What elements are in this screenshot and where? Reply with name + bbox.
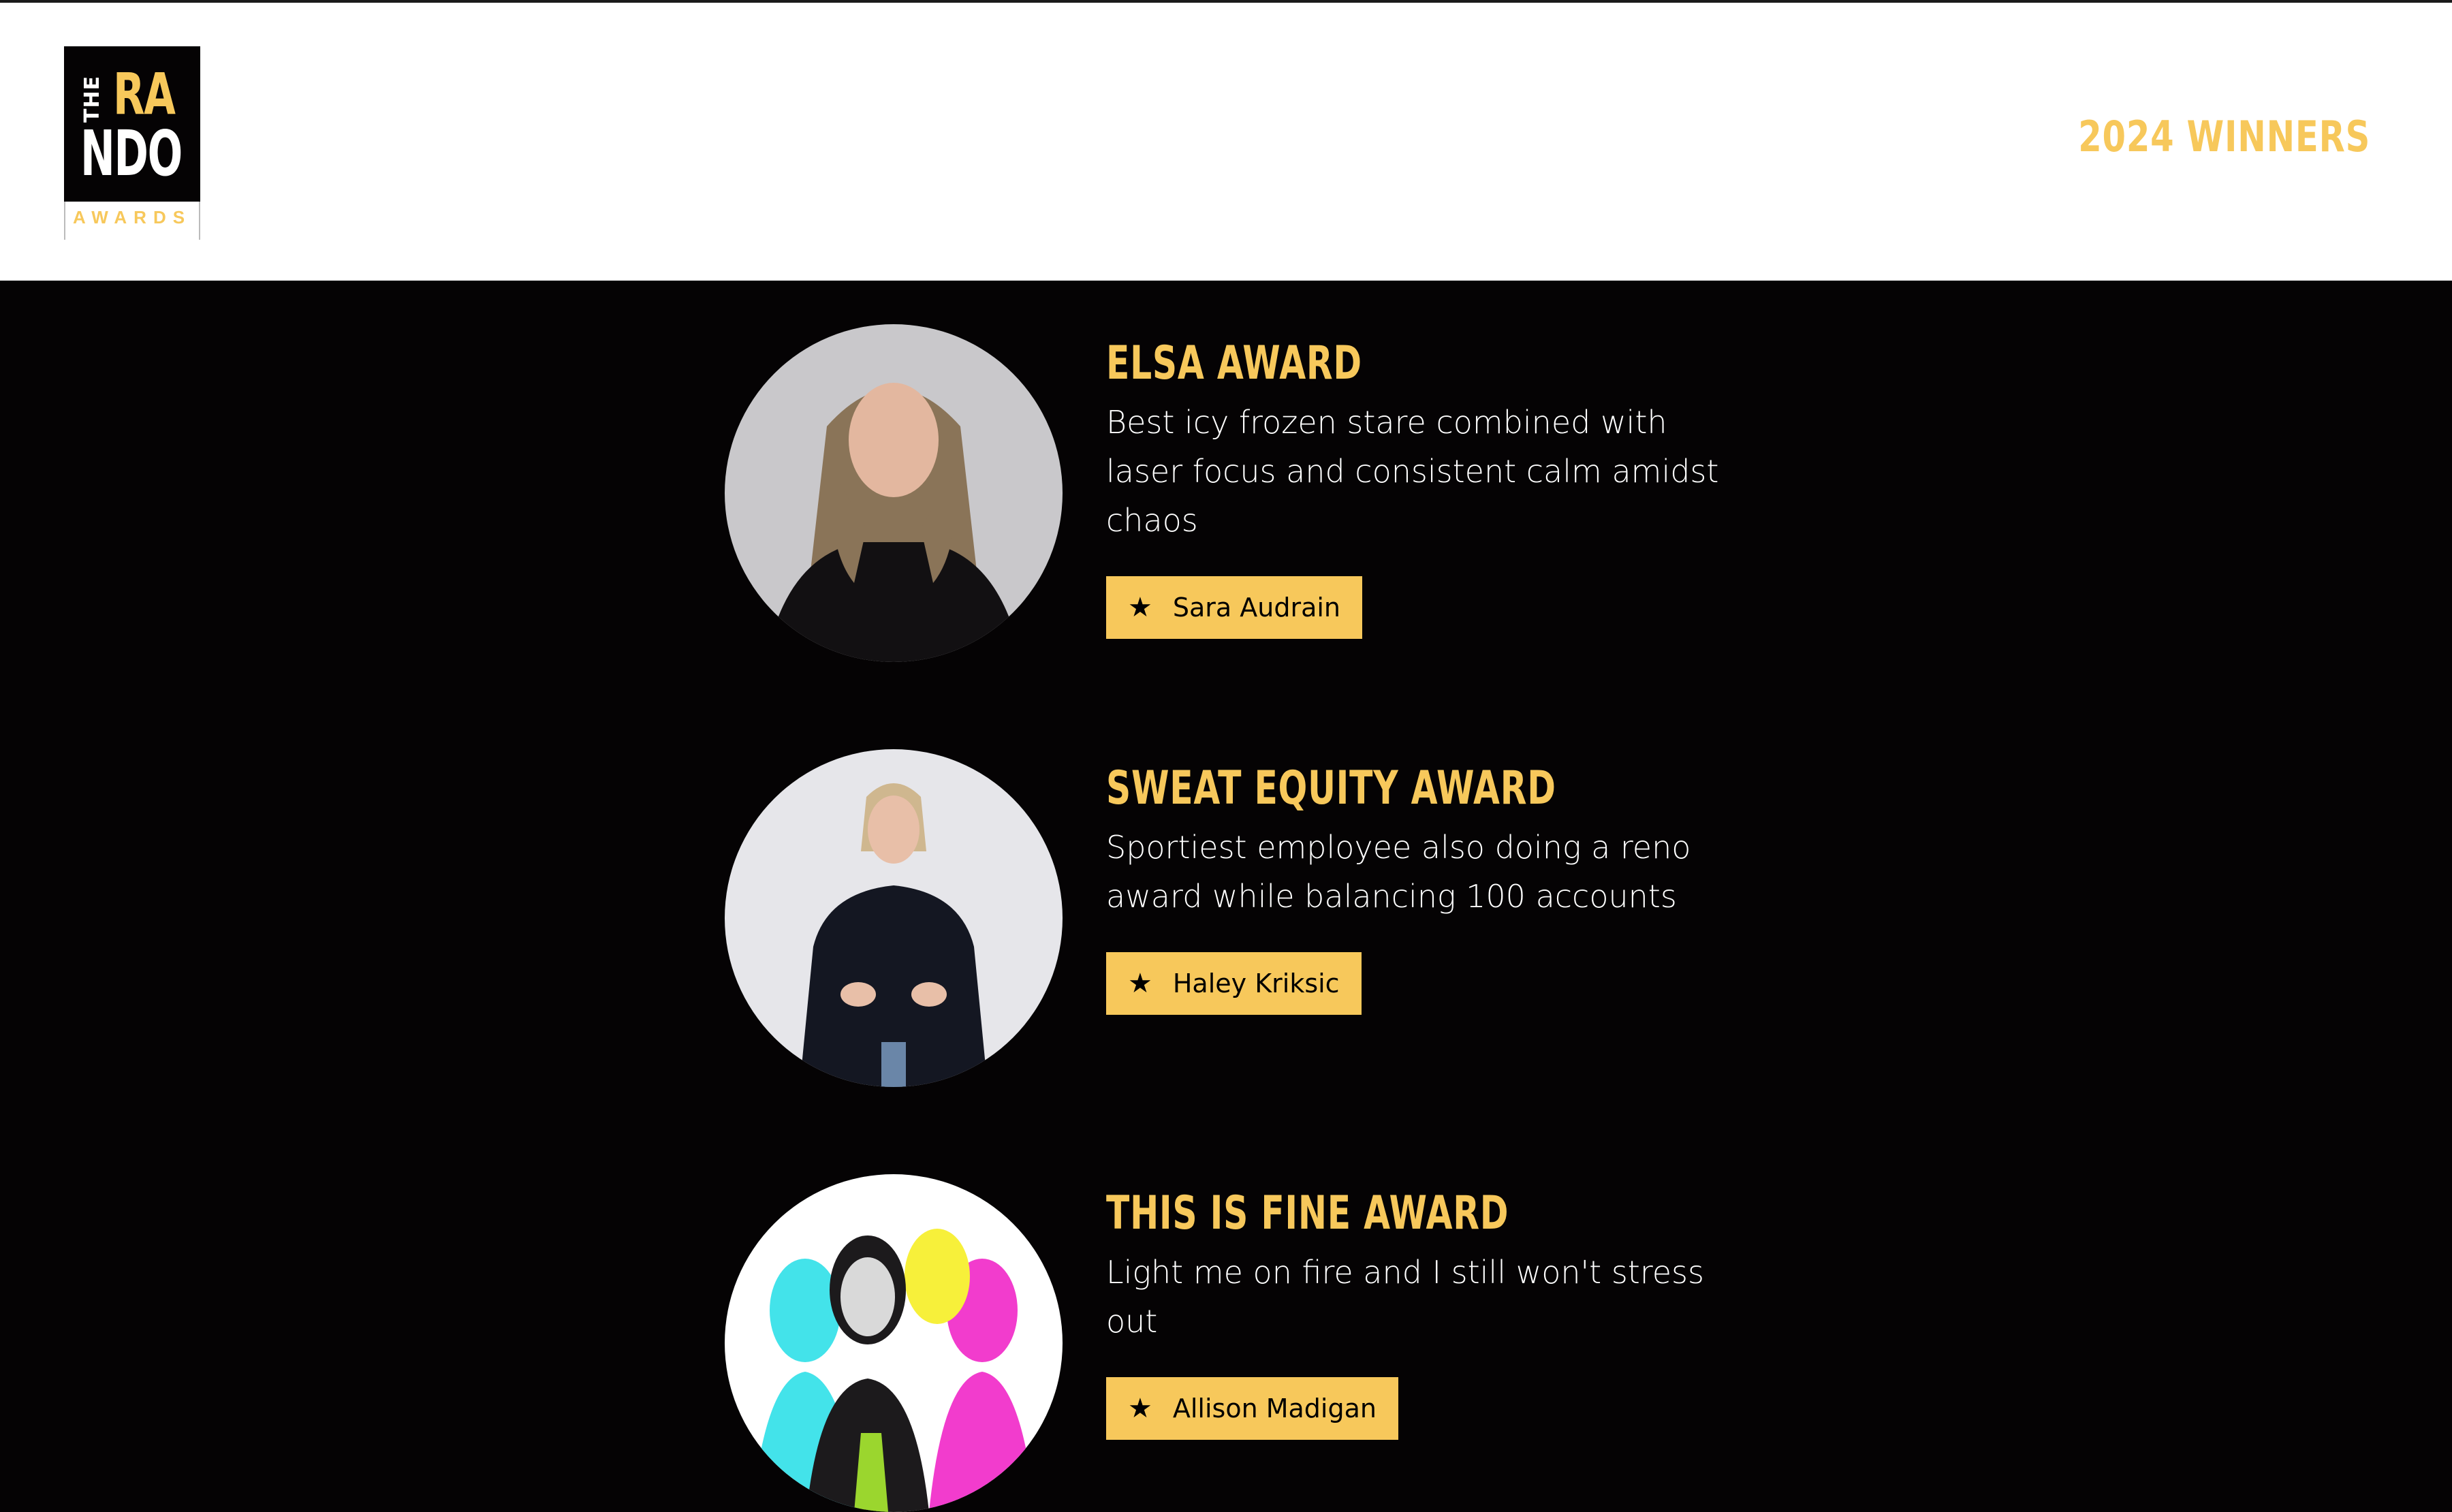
- winner-portrait-image: [725, 1174, 1063, 1512]
- award-title: ELSA AWARD: [1106, 336, 1362, 390]
- winner-name: Haley Kriksic: [1172, 968, 1340, 998]
- winner-name: Sara Audrain: [1172, 593, 1341, 623]
- award-info: SWEAT EQUITY AWARD Sportiest employee al…: [1106, 760, 1746, 1015]
- winner-button[interactable]: ★ Sara Audrain: [1106, 576, 1363, 639]
- star-icon: ★: [1128, 968, 1152, 999]
- logo-ndo-text: NDO: [80, 117, 183, 190]
- winner-portrait-image: [725, 749, 1063, 1087]
- winner-photo: [725, 749, 1063, 1087]
- winner-portrait-image: [725, 324, 1063, 662]
- logo-ra-text: RA: [113, 61, 176, 127]
- rando-awards-logo[interactable]: THE RA NDO AWARDS: [64, 46, 200, 240]
- award-description: Best icy frozen stare combined with lase…: [1106, 404, 1719, 539]
- winner-button[interactable]: ★ Allison Madigan: [1106, 1377, 1398, 1440]
- award-info: ELSA AWARD Best icy frozen stare combine…: [1106, 335, 1746, 639]
- winner-photo: [725, 1174, 1063, 1512]
- award-title: SWEAT EQUITY AWARD: [1106, 761, 1556, 815]
- award-description: Light me on fire and I still won't stres…: [1106, 1254, 1704, 1340]
- logo-the-text: THE: [80, 75, 104, 123]
- star-icon: ★: [1128, 1393, 1152, 1424]
- award-description: Sportiest employee also doing a reno awa…: [1106, 829, 1691, 915]
- award-info: THIS IS FINE AWARD Light me on fire and …: [1106, 1185, 1746, 1440]
- logo-awards-text: AWARDS: [72, 207, 192, 227]
- logo-mark: THE RA NDO: [64, 46, 200, 202]
- award-title: THIS IS FINE AWARD: [1106, 1186, 1509, 1240]
- site-header: THE RA NDO AWARDS 2024 WINNERS: [0, 3, 2452, 281]
- winner-button[interactable]: ★ Haley Kriksic: [1106, 952, 1362, 1015]
- winner-name: Allison Madigan: [1172, 1393, 1377, 1423]
- winners-2024-link[interactable]: 2024 WINNERS: [2078, 112, 2370, 161]
- winner-photo: [725, 324, 1063, 662]
- star-icon: ★: [1128, 592, 1152, 623]
